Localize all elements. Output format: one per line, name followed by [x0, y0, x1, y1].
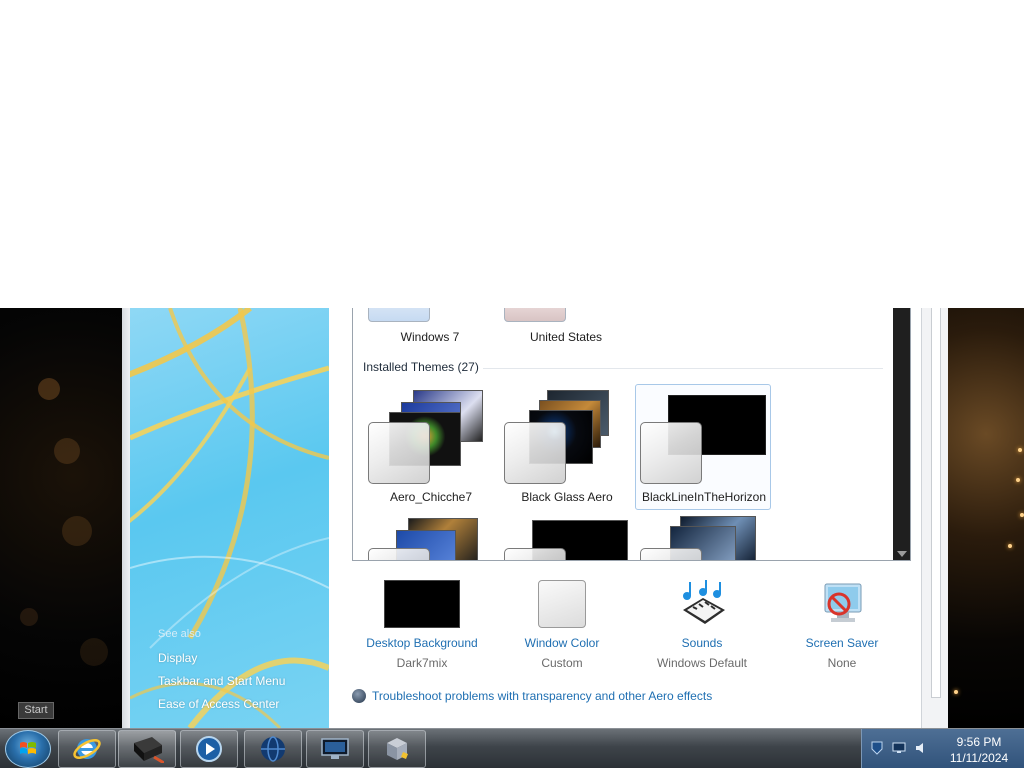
window-color-swatch-icon [538, 580, 586, 628]
taskbar-button-display[interactable] [306, 730, 364, 768]
desktop-background-value: Dark7mix [396, 656, 448, 670]
scroll-down-arrow-icon[interactable] [897, 551, 907, 557]
theme-caption-windows7[interactable]: Windows 7 [365, 330, 495, 344]
theme-item-partial-2[interactable] [504, 514, 640, 560]
right-frame-panel [931, 308, 941, 698]
media-player-icon [196, 736, 222, 762]
screen-saver-setting[interactable]: Screen Saver None [772, 580, 912, 670]
personalization-icon [134, 737, 164, 763]
windows-flag-icon [20, 742, 36, 754]
globe-icon [261, 736, 285, 762]
black-wallpaper-icon [384, 580, 460, 628]
window-color-setting[interactable]: Window Color Custom [492, 580, 632, 670]
desktop-wallpaper-left [0, 308, 122, 728]
taskbar-button-internet-explorer[interactable] [58, 730, 116, 768]
see-also-heading: See also [158, 628, 201, 640]
nav-link-ease-of-access[interactable]: Ease of Access Center [158, 697, 279, 711]
personalization-content: Windows 7 United States Installed Themes… [329, 308, 921, 728]
start-tooltip: Start [18, 702, 54, 719]
notification-area: 9:56 PM 11/11/2024 [861, 729, 1024, 768]
system-clock[interactable]: 9:56 PM 11/11/2024 [934, 734, 1024, 766]
theme-item-partial-1[interactable] [368, 514, 504, 560]
blank-area [0, 0, 1024, 308]
monitor-icon [321, 738, 349, 759]
theme-caption-aero-chicche7[interactable]: Aero_Chicche7 [363, 490, 499, 504]
theme-caption-blacklineinthehorizon[interactable]: BlackLineInTheHorizon [636, 490, 772, 504]
desktop-background-setting[interactable]: Desktop Background Dark7mix [352, 580, 492, 670]
ie-icon [73, 739, 101, 759]
network-icon[interactable] [892, 741, 906, 755]
window-color-link[interactable]: Window Color [492, 636, 632, 650]
clock-time: 9:56 PM [956, 735, 1002, 749]
taskbar-button-personalization[interactable] [118, 730, 176, 768]
theme-list-scrollbar[interactable] [893, 308, 910, 560]
theme-thumbnail-windows7[interactable] [368, 308, 430, 322]
screen-saver-no-icon [824, 583, 862, 622]
clock-date: 11/11/2024 [949, 751, 1009, 765]
desktop-wallpaper-right [948, 308, 1024, 728]
troubleshoot-text[interactable]: Troubleshoot problems with transparency … [372, 689, 712, 703]
decorative-swirls [130, 308, 329, 728]
music-notes-keyboard-icon [683, 580, 725, 624]
window-right-frame [921, 308, 948, 728]
taskbar-button-media-player[interactable] [180, 730, 238, 768]
theme-item-black-glass-aero[interactable]: Black Glass Aero [499, 384, 635, 510]
window-left-border [122, 308, 130, 728]
desktop-background-link[interactable]: Desktop Background [352, 636, 492, 650]
installed-themes-heading: Installed Themes (27) [363, 360, 479, 374]
action-center-flag-icon[interactable] [870, 741, 884, 755]
start-button[interactable] [5, 730, 51, 768]
volume-icon[interactable] [914, 741, 928, 755]
theme-list: Windows 7 United States Installed Themes… [352, 308, 911, 561]
screen-saver-link[interactable]: Screen Saver [772, 636, 912, 650]
theme-thumbnail-united-states[interactable] [504, 308, 566, 322]
nav-link-taskbar-start-menu[interactable]: Taskbar and Start Menu [158, 674, 285, 688]
sounds-value: Windows Default [656, 656, 748, 670]
troubleshoot-icon [352, 689, 366, 703]
nav-link-display[interactable]: Display [158, 651, 197, 665]
sounds-link[interactable]: Sounds [632, 636, 772, 650]
sounds-setting[interactable]: Sounds Windows Default [632, 580, 772, 670]
taskbar-button-globe[interactable] [244, 730, 302, 768]
window-color-value: Custom [541, 656, 583, 670]
theme-item-aero-chicche7[interactable]: Aero_Chicche7 [363, 384, 499, 510]
taskbar: 9:56 PM 11/11/2024 [0, 728, 1024, 768]
theme-item-partial-3[interactable] [640, 514, 776, 560]
theme-caption-black-glass-aero[interactable]: Black Glass Aero [499, 490, 635, 504]
theme-item-blacklineinthehorizon[interactable]: BlackLineInTheHorizon [635, 384, 771, 510]
troubleshoot-aero-link[interactable]: Troubleshoot problems with transparency … [352, 689, 712, 703]
section-divider [483, 368, 883, 369]
virtualbox-icon [387, 738, 408, 760]
theme-caption-united-states[interactable]: United States [501, 330, 631, 344]
navigation-pane: See also Display Taskbar and Start Menu … [130, 308, 329, 728]
screen-saver-value: None [827, 656, 857, 670]
taskbar-button-virtualbox[interactable] [368, 730, 426, 768]
